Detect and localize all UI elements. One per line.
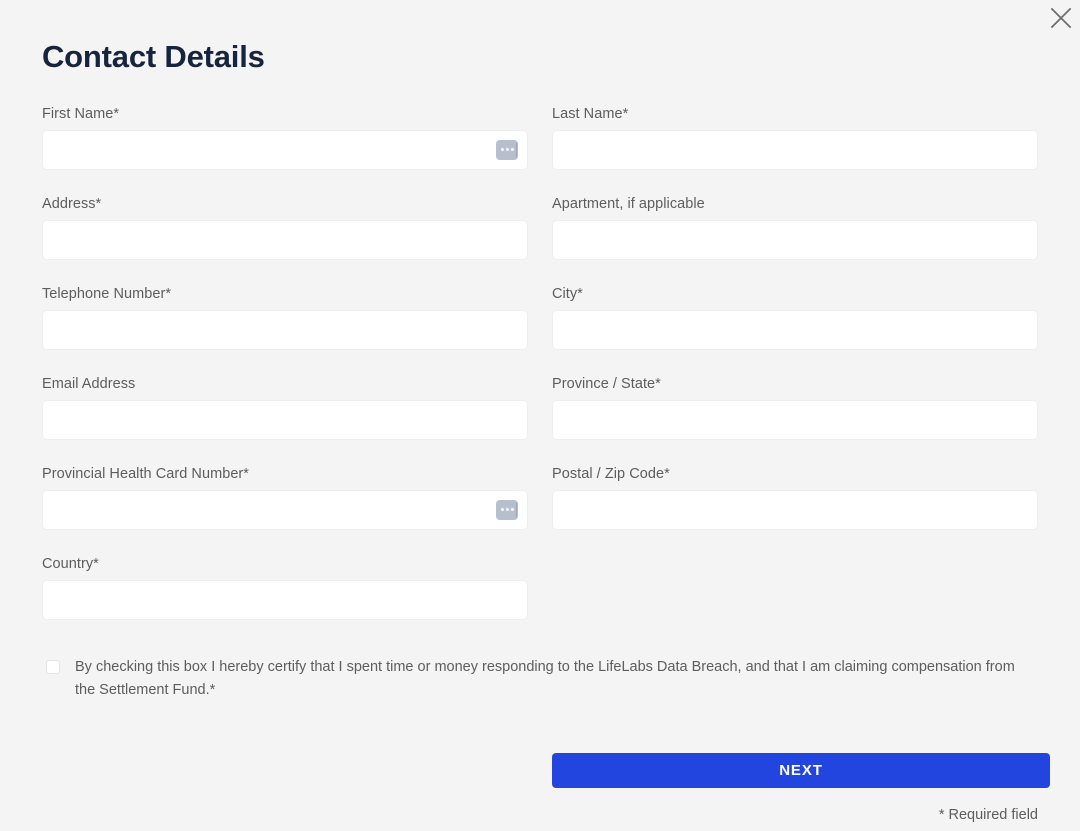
input-wrap-email-address <box>42 399 528 440</box>
close-icon-glyph <box>1050 7 1072 29</box>
label-country: Country* <box>42 555 99 572</box>
label-email-address: Email Address <box>42 375 136 392</box>
contact-details-page: Contact Details First Name* Last Name* Add… <box>0 0 1080 831</box>
label-apartment: Apartment, if applicable <box>552 195 705 212</box>
contact-form-grid: First Name* Last Name* Address* Apartment, … <box>42 106 1038 646</box>
label-province-state: Province / State* <box>552 375 661 392</box>
page-title: Contact Details <box>42 39 265 74</box>
input-email-address[interactable] <box>42 399 528 440</box>
input-last-name[interactable] <box>552 129 1038 170</box>
input-province-state[interactable] <box>552 399 1038 440</box>
input-postal-zip-code[interactable] <box>552 489 1038 530</box>
field-postal-zip-code: Postal / Zip Code* <box>552 466 1038 556</box>
input-provincial-health-card-number[interactable] <box>42 489 528 530</box>
field-city: City* <box>552 286 1038 376</box>
label-last-name: Last Name* <box>552 105 629 122</box>
field-provincial-health-card-number: Provincial Health Card Number* <box>42 466 528 556</box>
autofill-dots-icon[interactable] <box>496 499 518 520</box>
input-apartment[interactable] <box>552 219 1038 260</box>
input-first-name[interactable] <box>42 129 528 170</box>
field-address: Address* <box>42 196 528 286</box>
consent-row: By checking this box I hereby certify th… <box>42 656 1038 702</box>
input-wrap-telephone-number <box>42 309 528 350</box>
input-wrap-last-name <box>552 129 1038 170</box>
field-last-name: Last Name* <box>552 106 1038 196</box>
label-address: Address* <box>42 195 102 212</box>
input-wrap-first-name <box>42 129 528 170</box>
field-province-state: Province / State* <box>552 376 1038 466</box>
field-apartment: Apartment, if applicable <box>552 196 1038 286</box>
label-postal-zip-code: Postal / Zip Code* <box>552 465 670 482</box>
label-provincial-health-card-number: Provincial Health Card Number* <box>42 465 249 482</box>
input-wrap-province-state <box>552 399 1038 440</box>
input-wrap-address <box>42 219 528 260</box>
field-email-address: Email Address <box>42 376 528 466</box>
label-telephone-number: Telephone Number* <box>42 285 172 302</box>
consent-checkbox[interactable] <box>46 659 60 674</box>
input-address[interactable] <box>42 219 528 260</box>
input-wrap-country <box>42 579 528 620</box>
input-wrap-provincial-health-card-number <box>42 489 528 530</box>
input-country[interactable] <box>42 579 528 620</box>
field-first-name: First Name* <box>42 106 528 196</box>
input-wrap-postal-zip-code <box>552 489 1038 530</box>
input-wrap-apartment <box>552 219 1038 260</box>
input-wrap-city <box>552 309 1038 350</box>
field-country: Country* <box>42 556 528 646</box>
label-city: City* <box>552 285 583 302</box>
field-telephone-number: Telephone Number* <box>42 286 528 376</box>
consent-label: By checking this box I hereby certify th… <box>75 658 1015 698</box>
input-telephone-number[interactable] <box>42 309 528 350</box>
close-icon[interactable] <box>1044 1 1078 35</box>
required-field-note: * Required field <box>938 807 1038 823</box>
autofill-dots-icon[interactable] <box>496 139 518 160</box>
next-button[interactable]: NEXT <box>552 753 1050 788</box>
input-city[interactable] <box>552 309 1038 350</box>
label-first-name: First Name* <box>42 105 120 122</box>
